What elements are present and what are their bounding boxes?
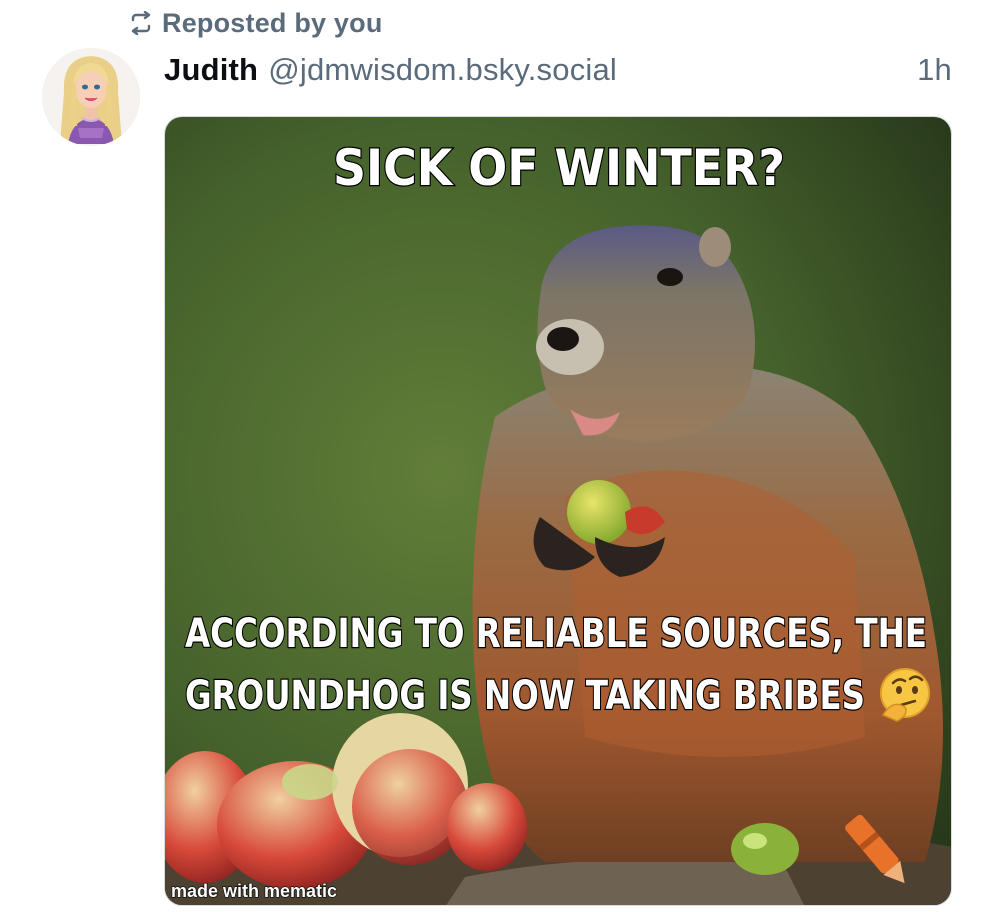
author-handle[interactable]: @jdmwisdom.bsky.social [268, 52, 617, 88]
post-header: Judith @jdmwisdom.bsky.social 1h [164, 50, 952, 90]
author-name[interactable]: Judith [164, 52, 258, 88]
repost-icon [128, 11, 154, 35]
meme-bottom-line-1: ACCORDING TO RELIABLE SOURCES, THE [185, 611, 927, 657]
post-timestamp[interactable]: 1h [917, 52, 952, 88]
mematic-watermark: made with mematic [171, 881, 337, 901]
feed-post[interactable]: Reposted by you Judith @jdmwisdom.bsky.s… [0, 0, 988, 912]
repost-indicator[interactable]: Reposted by you [128, 6, 383, 40]
repost-label: Reposted by you [162, 7, 383, 38]
post-image[interactable]: SICK OF WINTER? ACCORDING TO RELIABLE SO… [164, 116, 952, 906]
meme-top-text: SICK OF WINTER? [333, 139, 785, 197]
avatar[interactable] [42, 48, 140, 146]
meme-bottom-line-2: GROUNDHOG IS NOW TAKING BRIBES [185, 673, 865, 719]
